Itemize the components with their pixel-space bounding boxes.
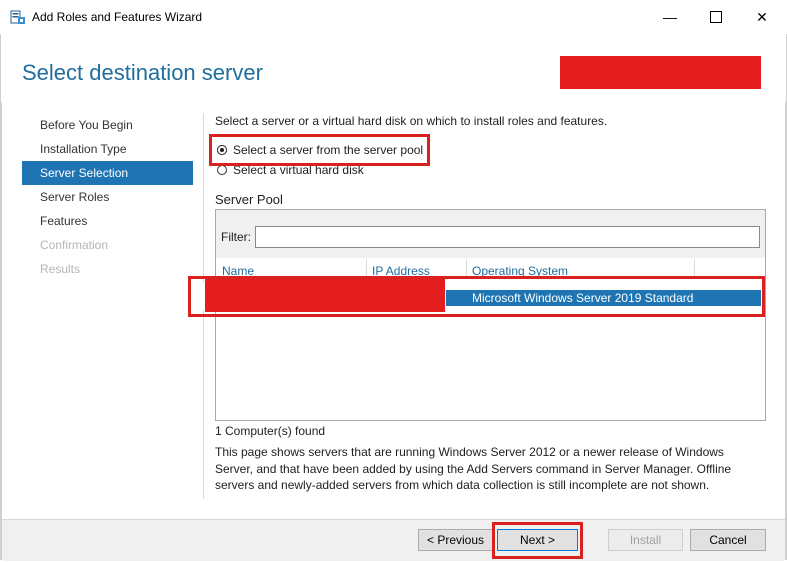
radio-checked-icon xyxy=(217,145,227,155)
close-button[interactable]: ✕ xyxy=(739,0,785,34)
server-manager-icon xyxy=(10,9,26,25)
filter-label: Filter: xyxy=(221,230,251,244)
radio-server-pool-label: Select a server from the server pool xyxy=(233,143,424,157)
nav-item-before-you-begin[interactable]: Before You Begin xyxy=(22,113,193,137)
redaction-block xyxy=(560,56,761,89)
previous-button[interactable]: < Previous xyxy=(418,529,493,551)
nav-item-server-selection[interactable]: Server Selection xyxy=(22,161,193,185)
radio-unchecked-icon xyxy=(217,165,227,175)
minimize-button[interactable]: — xyxy=(647,0,693,34)
description-text: This page shows servers that are running… xyxy=(215,445,732,492)
window-title: Add Roles and Features Wizard xyxy=(32,10,203,24)
page-title: Select destination server xyxy=(22,60,263,85)
highlight-box-next xyxy=(492,522,583,559)
nav-item-installation-type[interactable]: Installation Type xyxy=(22,137,193,161)
window-left-border xyxy=(0,34,2,560)
nav-item-results: Results xyxy=(40,262,81,276)
close-icon: ✕ xyxy=(756,8,768,25)
nav-item-confirmation: Confirmation xyxy=(40,238,109,252)
highlight-box-row xyxy=(188,276,765,317)
intro-text: Select a server or a virtual hard disk o… xyxy=(215,114,608,128)
nav-item-features[interactable]: Features xyxy=(22,209,193,233)
minimize-icon: — xyxy=(663,9,677,25)
maximize-icon xyxy=(710,11,722,23)
server-pool-label: Server Pool xyxy=(215,192,283,207)
cancel-button[interactable]: Cancel xyxy=(690,529,766,551)
maximize-button[interactable] xyxy=(693,0,739,34)
install-button: Install xyxy=(608,529,683,551)
radio-server-pool-overlay[interactable]: Select a server from the server pool xyxy=(217,142,424,158)
computers-found-text: 1 Computer(s) found xyxy=(215,424,326,438)
nav-item-server-roles[interactable]: Server Roles xyxy=(22,185,193,209)
filter-input[interactable] xyxy=(255,226,760,248)
